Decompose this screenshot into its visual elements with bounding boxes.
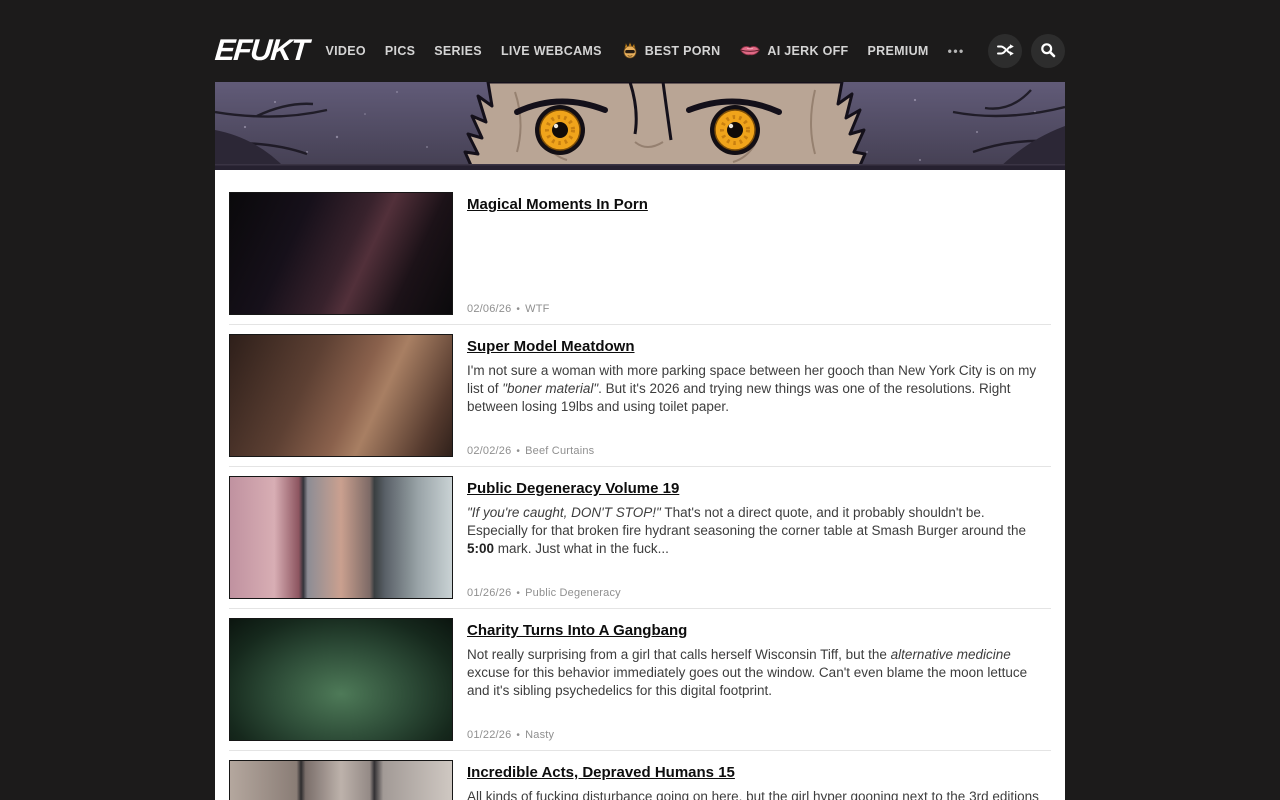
video-title-link[interactable]: Incredible Acts, Depraved Humans 15 [467,764,735,781]
video-description: "If you're caught, DON'T STOP!" That's n… [467,504,1039,558]
owl-banner-illustration [215,82,1065,170]
video-thumbnail[interactable] [229,476,453,599]
video-description: Not really surprising from a girl that c… [467,646,1039,700]
list-item: Charity Turns Into A Gangbang Not really… [229,609,1051,751]
top-navbar: EFUKT VIDEO PICS SERIES LIVE WEBCAMS BES… [215,0,1065,82]
video-meta: 01/22/26•Nasty [467,729,1051,741]
video-title-link[interactable]: Super Model Meatdown [467,338,635,355]
nav-item-series[interactable]: SERIES [434,44,482,58]
video-meta: 02/06/26•WTF [467,303,1051,315]
video-thumbnail[interactable] [229,334,453,457]
list-item: Super Model Meatdown I'm not sure a woma… [229,325,1051,467]
header-actions [988,34,1065,68]
video-category: WTF [525,303,549,315]
video-category: Beef Curtains [525,445,594,457]
video-description: All kinds of fucking disturbance going o… [467,788,1039,800]
video-category: Public Degeneracy [525,587,621,599]
video-thumbnail[interactable] [229,760,453,800]
video-thumbnail[interactable] [229,618,453,741]
video-thumbnail[interactable] [229,192,453,315]
nav-item-best-porn[interactable]: BEST PORN [621,41,721,62]
list-item: Magical Moments In Porn 02/06/26•WTF [229,183,1051,325]
shuffle-icon [997,42,1014,61]
search-icon [1040,42,1056,61]
video-meta: 02/02/26•Beef Curtains [467,445,1051,457]
nav-item-pics[interactable]: PICS [385,44,415,58]
video-date: 02/06/26 [467,303,511,315]
more-menu-ellipsis[interactable]: ••• [948,44,965,58]
list-item: Public Degeneracy Volume 19 "If you're c… [229,467,1051,609]
nav-item-ai-jerk-off[interactable]: AI JERK OFF [739,43,848,60]
video-date: 01/22/26 [467,729,511,741]
video-description: I'm not sure a woman with more parking s… [467,362,1039,416]
video-category: Nasty [525,729,554,741]
video-meta: 01/26/26•Public Degeneracy [467,587,1051,599]
video-date: 01/26/26 [467,587,511,599]
site-logo[interactable]: EFUKT [214,34,309,68]
list-item: Incredible Acts, Depraved Humans 15 All … [229,751,1051,800]
page-column: EFUKT VIDEO PICS SERIES LIVE WEBCAMS BES… [215,0,1065,800]
video-title-link[interactable]: Public Degeneracy Volume 19 [467,480,679,497]
video-date: 02/02/26 [467,445,511,457]
nav-item-premium[interactable]: PREMIUM [867,44,928,58]
mascot-face-icon [621,41,639,62]
lips-icon [739,43,761,60]
main-menu: VIDEO PICS SERIES LIVE WEBCAMS BEST PORN [326,41,965,62]
nav-item-video[interactable]: VIDEO [326,44,366,58]
video-list: Magical Moments In Porn 02/06/26•WTF Sup… [215,170,1065,800]
nav-item-live-webcams[interactable]: LIVE WEBCAMS [501,44,602,58]
shuffle-button[interactable] [988,34,1022,68]
video-title-link[interactable]: Charity Turns Into A Gangbang [467,622,687,639]
search-button[interactable] [1031,34,1065,68]
video-title-link[interactable]: Magical Moments In Porn [467,196,648,213]
